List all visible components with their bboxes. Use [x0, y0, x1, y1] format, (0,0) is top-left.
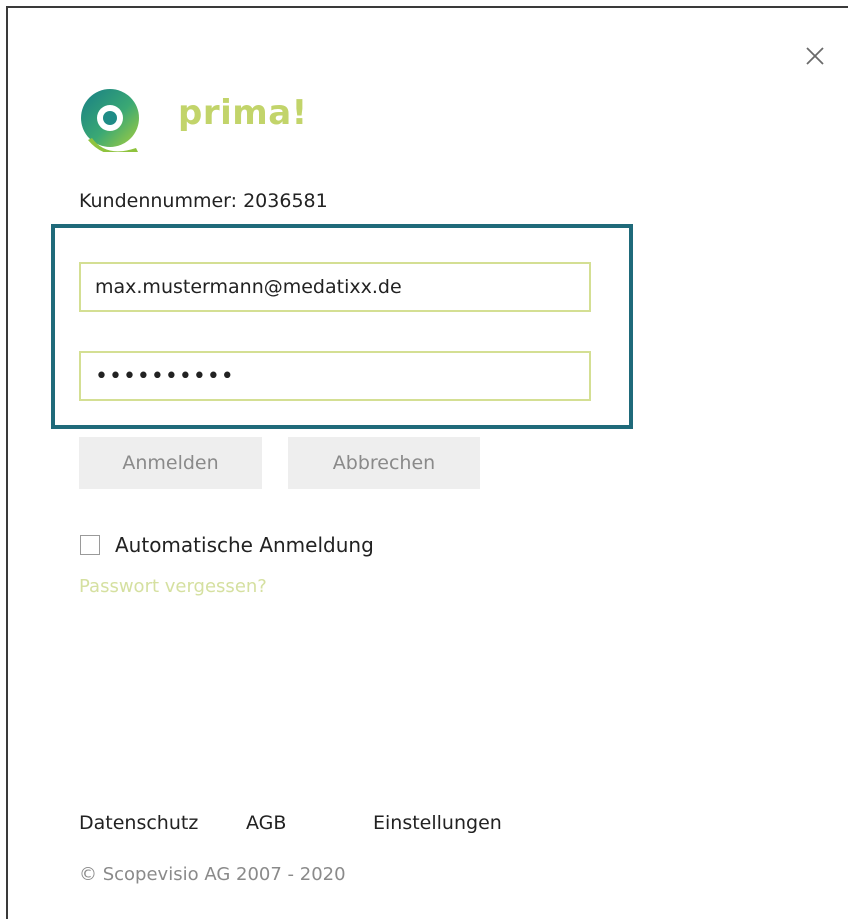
settings-link[interactable]: Einstellungen	[373, 812, 502, 834]
auto-login-checkbox[interactable]	[80, 535, 100, 555]
app-name: prima!	[178, 93, 308, 133]
login-button[interactable]: Anmelden	[79, 437, 262, 489]
copyright-text: © Scopevisio AG 2007 - 2020	[79, 864, 346, 885]
customer-number: Kundennummer: 2036581	[79, 190, 328, 212]
close-icon[interactable]	[803, 44, 827, 68]
password-field[interactable]	[79, 351, 591, 401]
privacy-link[interactable]: Datenschutz	[79, 812, 198, 834]
terms-link[interactable]: AGB	[246, 812, 286, 834]
cancel-button[interactable]: Abbrechen	[288, 437, 480, 489]
auto-login-label: Automatische Anmeldung	[115, 533, 374, 557]
forgot-password-link[interactable]: Passwort vergessen?	[79, 576, 267, 597]
email-field[interactable]	[79, 262, 591, 312]
